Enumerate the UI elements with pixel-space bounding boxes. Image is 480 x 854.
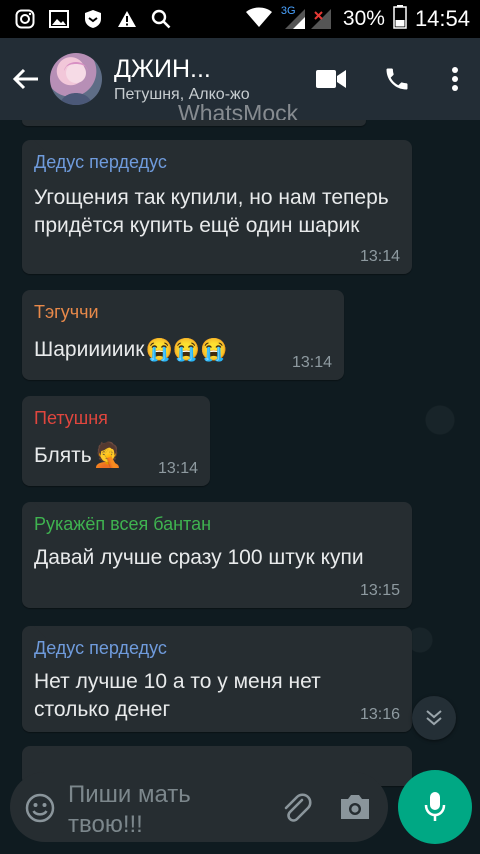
message-sender: Петушня	[34, 408, 108, 428]
voice-record-button[interactable]	[398, 770, 472, 844]
avatar[interactable]	[50, 53, 102, 105]
chat-info[interactable]: ДЖИН... Петушня, Алко-жо	[114, 55, 264, 104]
message-time: 13:14	[291, 354, 332, 371]
message-text: Блять	[34, 444, 92, 467]
emoji-button[interactable]	[24, 792, 56, 824]
paperclip-icon	[284, 793, 312, 822]
message-sender: Тэгуччи	[34, 302, 99, 322]
message-text-line: Блять🤦	[34, 442, 123, 470]
message-text: Давай лучше сразу 100 штук купи	[34, 546, 364, 569]
video-camera-icon	[316, 70, 346, 88]
battery-icon	[393, 4, 407, 34]
gallery-icon	[48, 8, 70, 30]
message-text-line: Шарииииик😭😭😭	[34, 336, 228, 364]
camera-button[interactable]	[338, 792, 372, 824]
message-sender: Дедус пердедус	[34, 638, 167, 658]
warning-icon	[116, 8, 138, 30]
message-time: 13:14	[359, 248, 400, 265]
phone-icon	[386, 68, 408, 90]
message-bubble[interactable]: Тэгуччи Шарииииик😭😭😭 13:14	[22, 290, 344, 380]
shield-icon	[82, 8, 104, 30]
signal-icon: 3G	[281, 5, 335, 31]
video-call-button[interactable]	[298, 49, 364, 109]
back-button[interactable]	[8, 61, 44, 97]
facepalm-emoji: 🤦	[92, 442, 123, 470]
crying-face-emoji: 😭😭😭	[145, 337, 228, 363]
chat-area[interactable]: Дедус пердедус Угощения так купили, но н…	[0, 120, 480, 854]
battery-percent: 30%	[342, 7, 385, 30]
message-text: Шарииииик	[34, 338, 145, 361]
message-bubble[interactable]: Рукажёп всея бантан Давай лучше сразу 10…	[22, 502, 412, 608]
more-options-button[interactable]	[430, 49, 480, 109]
attach-button[interactable]	[278, 790, 314, 826]
message-text: Угощения так купили, но нам теперь придё…	[34, 186, 389, 237]
arrow-left-icon	[12, 68, 38, 90]
camera-icon	[341, 795, 369, 819]
instagram-icon	[14, 8, 36, 30]
message-composer: Пиши мать твою!!!	[10, 772, 388, 842]
message-time: 13:16	[359, 706, 400, 723]
message-bubble[interactable]: Петушня Блять🤦 13:14	[22, 396, 210, 486]
message-time: 13:14	[157, 460, 198, 477]
search-icon	[150, 8, 172, 30]
message-bubble-partial	[22, 120, 366, 126]
voice-call-button[interactable]	[364, 49, 430, 109]
message-sender: Рукажёп всея бантан	[34, 514, 212, 534]
message-bubble[interactable]: Дедус пердедус Угощения так купили, но н…	[22, 140, 412, 274]
clock: 14:54	[414, 6, 470, 31]
status-bar: 3G 30% 14:54	[0, 0, 480, 38]
message-bubble[interactable]: Дедус пердедус Нет лучше 10 а то у меня …	[22, 626, 412, 732]
microphone-icon	[424, 792, 446, 821]
smiley-icon	[25, 793, 55, 823]
message-sender: Дедус пердедус	[34, 152, 167, 172]
message-input[interactable]: Пиши мать твою!!!	[68, 780, 258, 840]
more-vertical-icon	[452, 67, 458, 91]
chat-title: ДЖИН...	[114, 54, 211, 83]
scroll-to-bottom-button[interactable]	[412, 696, 456, 740]
chevrons-down-icon	[426, 710, 442, 726]
message-time: 13:15	[359, 582, 400, 599]
message-text: Нет лучше 10 а то у меня нет столько ден…	[34, 670, 321, 721]
wifi-icon	[245, 6, 273, 33]
